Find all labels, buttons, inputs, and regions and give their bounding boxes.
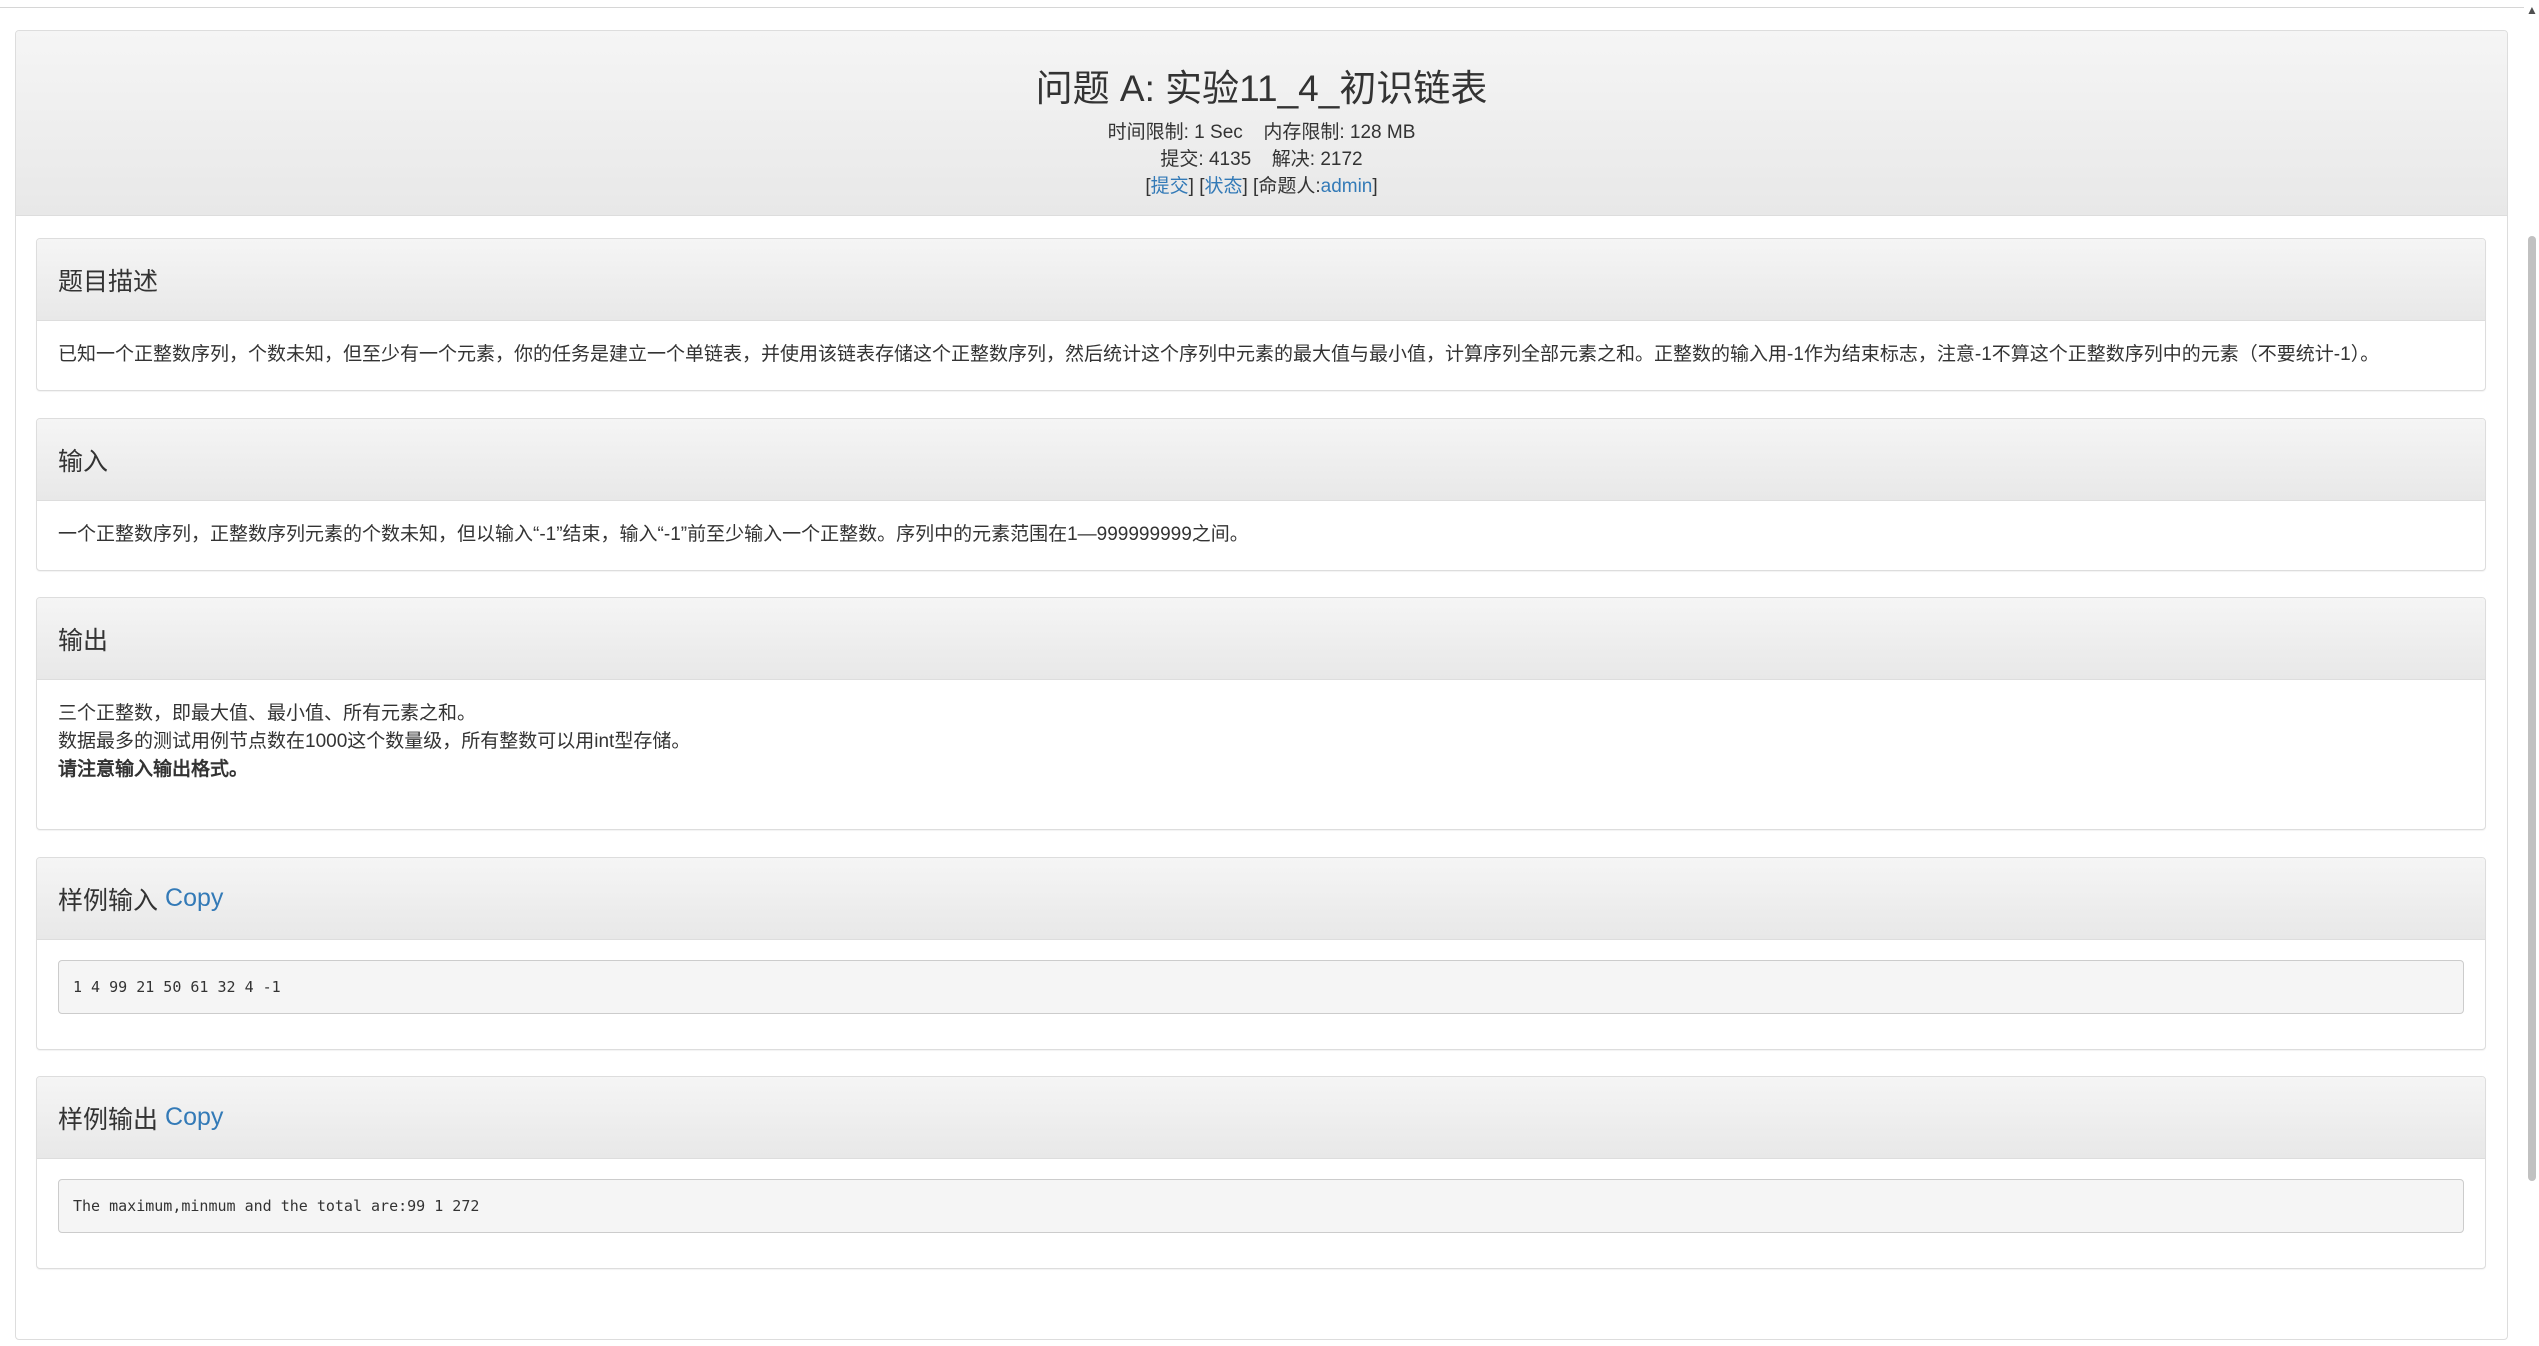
sample-output-body: The maximum,minmum and the total are:99 … <box>37 1159 2485 1253</box>
solved-value: 2172 <box>1320 149 1363 170</box>
output-line-3: 请注意输入输出格式。 <box>58 759 249 780</box>
time-limit-value: 1 Sec <box>1194 122 1243 143</box>
description-heading: 题目描述 <box>37 239 2485 321</box>
problem-page: 问题 A: 实验11_4_初识链表 时间限制: 1 Sec 内存限制: 128 … <box>15 30 2508 1340</box>
input-text: 一个正整数序列，正整数序列元素的个数未知，但以输入“-1”结束，输入“-1”前至… <box>58 524 1249 545</box>
vertical-scrollbar[interactable]: ▲ <box>2524 0 2539 1346</box>
sample-output-content[interactable]: The maximum,minmum and the total are:99 … <box>58 1179 2464 1233</box>
output-body: 三个正整数，即最大值、最小值、所有元素之和。 数据最多的测试用例节点数在1000… <box>37 680 2485 804</box>
scroll-up-arrow-icon[interactable]: ▲ <box>2526 4 2538 16</box>
sample-input-heading: 样例输入 Copy <box>37 858 2485 940</box>
output-panel: 输出 三个正整数，即最大值、最小值、所有元素之和。 数据最多的测试用例节点数在1… <box>36 597 2486 830</box>
input-heading: 输入 <box>37 419 2485 501</box>
browser-top-edge <box>0 0 2539 8</box>
problem-header: 问题 A: 实验11_4_初识链表 时间限制: 1 Sec 内存限制: 128 … <box>16 31 2507 216</box>
description-text: 已知一个正整数序列，个数未知，但至少有一个元素，你的任务是建立一个单链表，并使用… <box>58 344 2380 365</box>
sample-input-body: 1 4 99 21 50 61 32 4 -1 <box>37 940 2485 1034</box>
sample-output-title: 样例输出 <box>58 1105 159 1134</box>
sample-input-copy-button[interactable]: Copy <box>165 884 223 913</box>
status-link[interactable]: 状态 <box>1204 176 1242 197</box>
submit-link[interactable]: 提交 <box>1151 176 1189 197</box>
sample-input-title: 样例输入 <box>58 886 159 915</box>
solved-label: 解决: <box>1271 149 1316 170</box>
actions-line: [提交] [状态] [命题人:admin] <box>1145 176 1378 197</box>
submit-count-label: 提交: <box>1160 149 1204 170</box>
sample-input-content[interactable]: 1 4 99 21 50 61 32 4 -1 <box>58 960 2464 1014</box>
scrollbar-thumb[interactable] <box>2528 236 2536 1181</box>
memory-limit-label: 内存限制: <box>1263 122 1345 143</box>
setter-link[interactable]: admin <box>1321 176 1373 197</box>
sample-output-panel: 样例输出 Copy The maximum,minmum and the tot… <box>36 1076 2486 1269</box>
output-line-1: 三个正整数，即最大值、最小值、所有元素之和。 <box>58 703 477 724</box>
sample-output-copy-button[interactable]: Copy <box>165 1103 223 1132</box>
output-heading: 输出 <box>37 598 2485 680</box>
output-line-2: 数据最多的测试用例节点数在1000这个数量级，所有整数可以用int型存储。 <box>58 731 691 752</box>
sample-output-heading: 样例输出 Copy <box>37 1077 2485 1159</box>
description-panel: 题目描述 已知一个正整数序列，个数未知，但至少有一个元素，你的任务是建立一个单链… <box>36 238 2486 391</box>
submit-count-value: 4135 <box>1208 149 1252 170</box>
limits-line: 时间限制: 1 Sec 内存限制: 128 MB <box>16 119 2507 146</box>
sample-input-panel: 样例输入 Copy 1 4 99 21 50 61 32 4 -1 <box>36 857 2486 1050</box>
stats-line: 提交: 4135 解决: 2172 <box>16 146 2507 173</box>
time-limit-label: 时间限制: <box>1107 122 1189 143</box>
memory-limit-value: 128 MB <box>1349 122 1416 143</box>
page-title: 问题 A: 实验11_4_初识链表 <box>1035 68 1488 109</box>
input-panel: 输入 一个正整数序列，正整数序列元素的个数未知，但以输入“-1”结束，输入“-1… <box>36 418 2486 571</box>
setter-label: 命题人: <box>1258 176 1321 197</box>
